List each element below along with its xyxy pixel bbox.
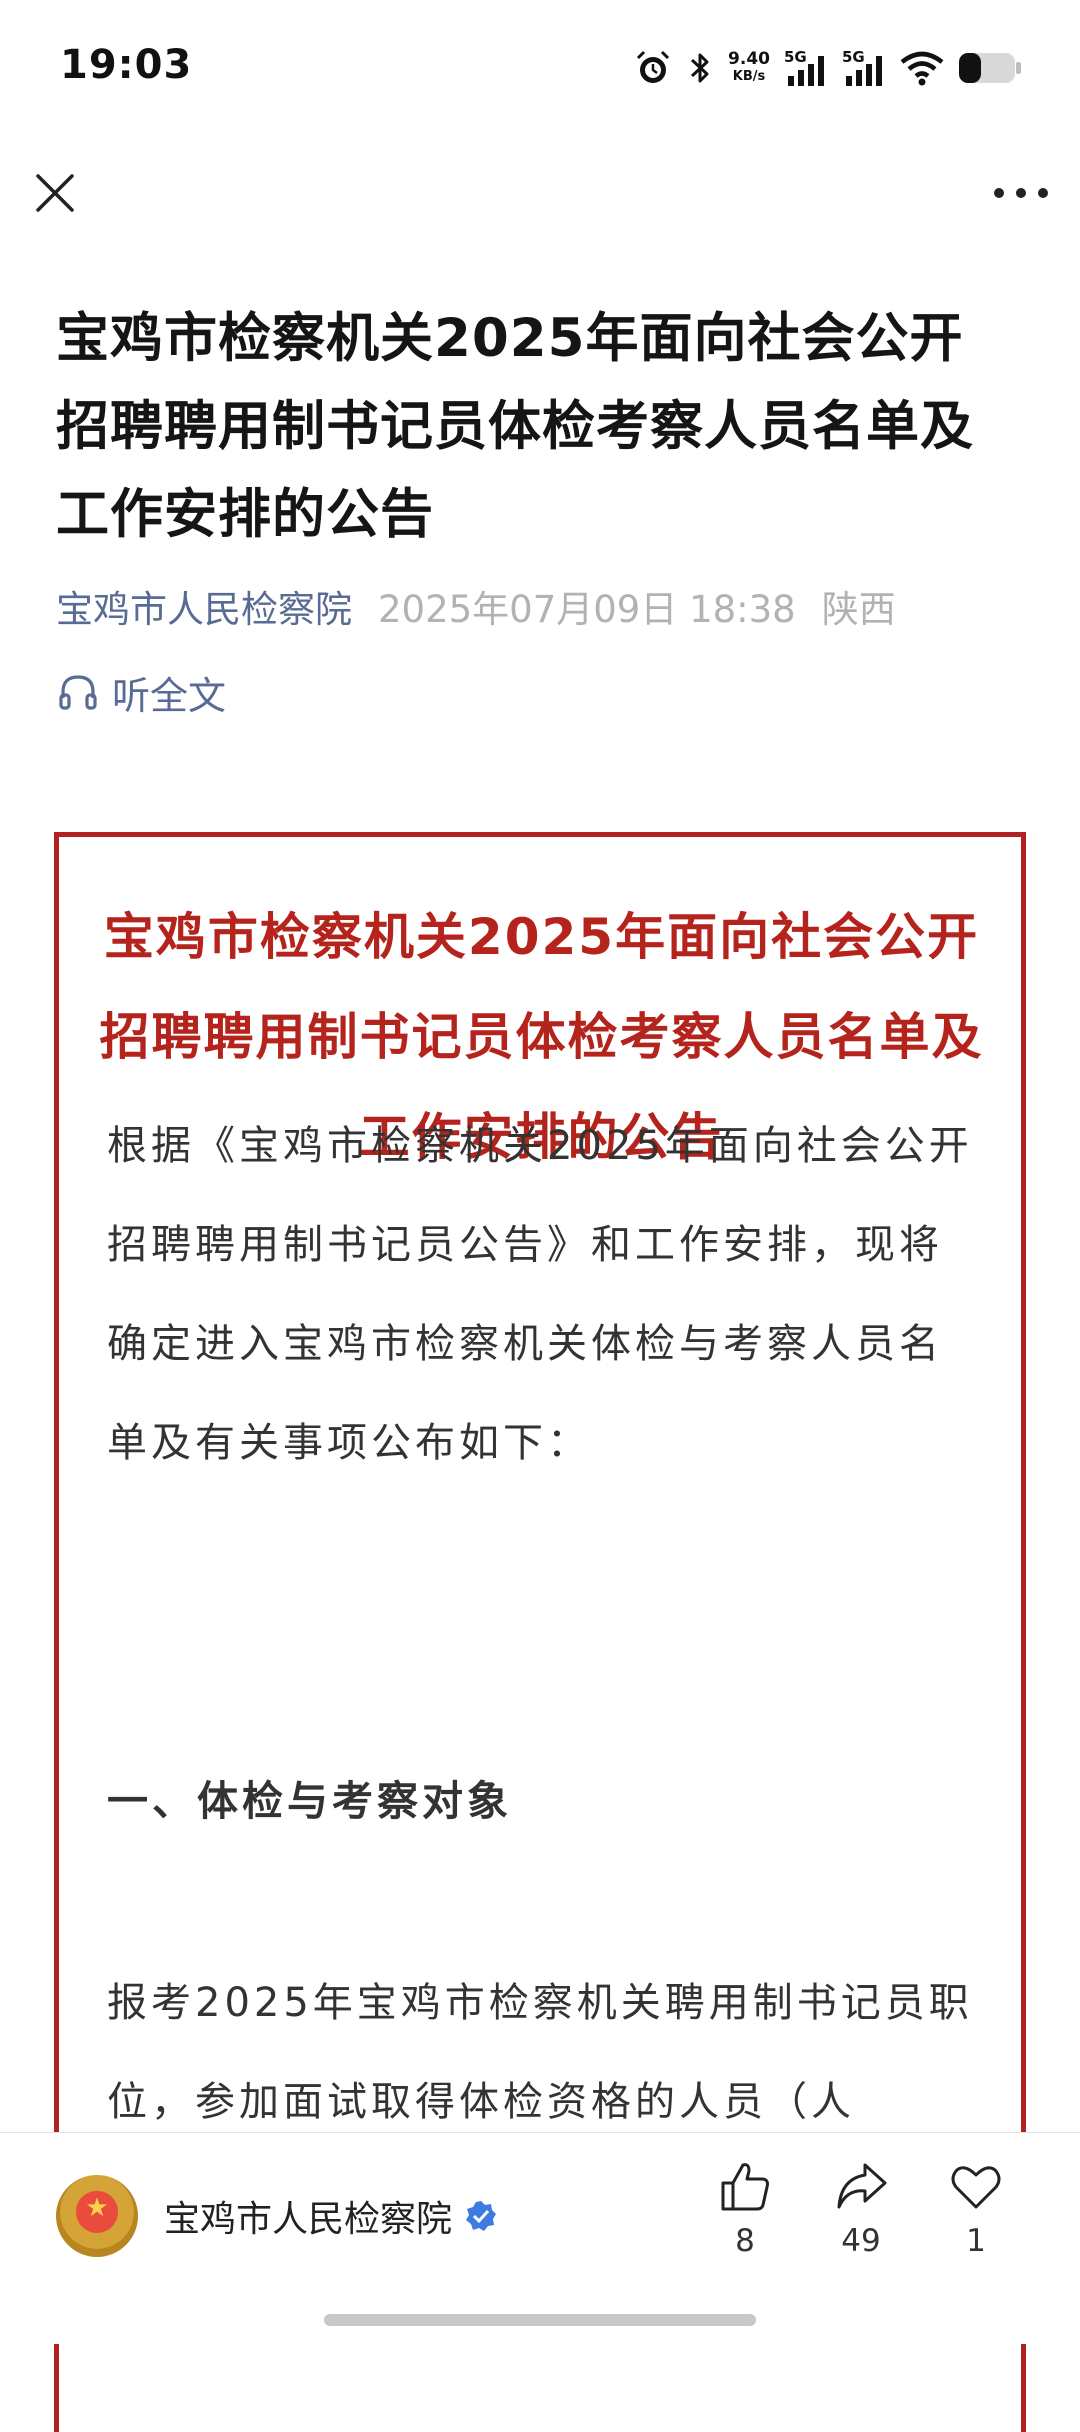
signal-icon: 5G <box>842 48 886 88</box>
account-profile[interactable]: 宝鸡市人民检察院 <box>56 2171 498 2261</box>
share-button[interactable]: 49 <box>816 2159 906 2259</box>
listen-label: 听全文 <box>112 673 227 718</box>
headphones-icon <box>59 675 97 710</box>
article-meta: 宝鸡市人民检察院 2025年07月09日 18:38 陕西 <box>56 584 1036 636</box>
home-indicator[interactable] <box>324 2314 756 2326</box>
status-bar: 19:03 9.40 KB/s 5G 5G <box>0 0 1080 140</box>
battery-icon <box>959 53 1021 83</box>
like-count: 8 <box>735 2223 755 2259</box>
section-paragraph: 报考2025年宝鸡市检察机关聘用制书记员职位，参加面试取得体检资格的人员（人 <box>107 1980 973 2125</box>
verified-icon <box>466 2201 497 2231</box>
bottom-bar: 宝鸡市人民检察院 8 49 1 <box>0 2132 1080 2344</box>
listen-button[interactable]: 听全文 <box>58 666 226 718</box>
status-time: 19:03 <box>60 42 193 88</box>
like-button[interactable]: 8 <box>700 2159 790 2259</box>
publish-date: 2025年07月09日 18:38 <box>378 588 796 631</box>
author-link[interactable]: 宝鸡市人民检察院 <box>56 588 352 631</box>
favorite-button[interactable]: 1 <box>931 2159 1021 2259</box>
alarm-icon <box>636 50 670 83</box>
status-icons: 9.40 KB/s 5G 5G <box>634 46 1022 90</box>
section-heading: 一、体检与考察对象 <box>107 1777 512 1825</box>
bluetooth-icon <box>691 53 709 83</box>
net-speed: 9.40 KB/s <box>728 49 770 85</box>
signal-icon: 5G <box>784 48 828 88</box>
thumbs-up-icon <box>721 2163 769 2211</box>
intro-paragraph: 根据《宝鸡市检察机关2025年面向社会公开招聘聘用制书记员公告》和工作安排，现将… <box>107 1123 973 1466</box>
share-icon <box>837 2163 887 2209</box>
more-button[interactable] <box>988 168 1054 218</box>
close-icon <box>36 174 74 212</box>
close-button[interactable] <box>30 168 80 218</box>
wifi-icon <box>900 51 944 86</box>
account-name: 宝鸡市人民检察院 <box>164 2199 453 2240</box>
share-count: 49 <box>841 2223 881 2259</box>
favorite-count: 1 <box>966 2223 986 2259</box>
avatar <box>56 2175 138 2257</box>
more-icon <box>994 188 1048 198</box>
publish-region: 陕西 <box>821 588 896 631</box>
heart-icon <box>951 2166 1001 2209</box>
article-title: 宝鸡市检察机关2025年面向社会公开招聘聘用制书记员体检考察人员名单及工作安排的… <box>56 308 974 545</box>
